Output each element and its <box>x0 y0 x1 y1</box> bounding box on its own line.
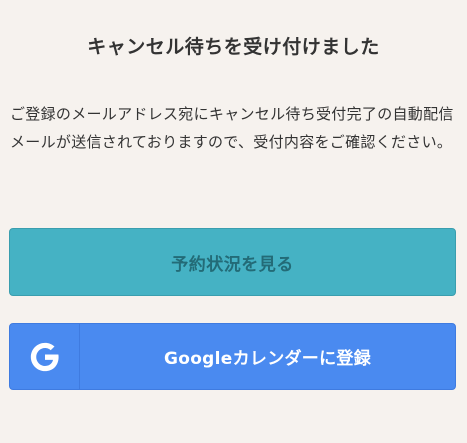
google-icon-container <box>10 324 80 389</box>
add-to-google-calendar-button[interactable]: Googleカレンダーに登録 <box>9 323 456 390</box>
confirmation-page: キャンセル待ちを受け付けました ご登録のメールアドレス宛にキャンセル待ち受付完了… <box>0 0 467 443</box>
page-title: キャンセル待ちを受け付けました <box>87 36 380 58</box>
google-calendar-label: Googleカレンダーに登録 <box>163 349 372 369</box>
confirmation-message: ご登録のメールアドレス宛にキャンセル待ち受付完了の自動配信メールが送信されており… <box>10 105 454 151</box>
view-reservation-button[interactable]: 予約状況を見る <box>9 228 456 296</box>
view-reservation-label: 予約状況を見る <box>171 254 294 275</box>
google-g-icon <box>28 340 62 374</box>
